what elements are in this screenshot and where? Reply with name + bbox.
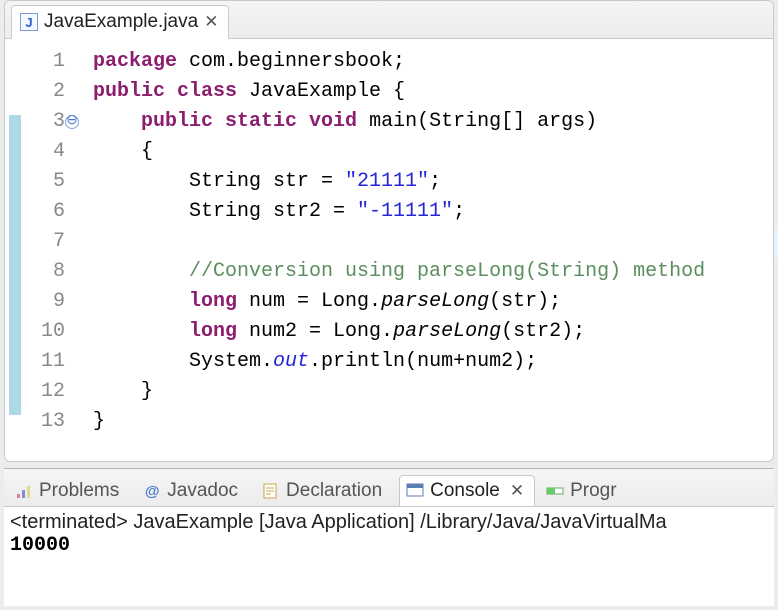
line-number: 6	[27, 197, 65, 227]
tab-progress-label: Progr	[570, 480, 616, 502]
change-marker	[9, 385, 21, 415]
editor-tab-bar: J JavaExample.java ✕	[5, 1, 773, 39]
line-number-gutter: 123⊖45678910111213	[27, 47, 73, 437]
line-number: 1	[27, 47, 65, 77]
console-body: <terminated> JavaExample [Java Applicati…	[4, 507, 774, 561]
tab-javadoc[interactable]: @ Javadoc	[136, 475, 251, 506]
change-marker	[9, 115, 21, 145]
bottom-pane: Problems @ Javadoc Declaration Console ✕…	[4, 468, 774, 606]
change-marker	[9, 355, 21, 385]
change-marker	[9, 145, 21, 175]
code-line[interactable]: //Conversion using parseLong(String) met…	[93, 257, 773, 287]
fold-toggle-icon[interactable]: ⊖	[65, 115, 79, 129]
console-output: 10000	[10, 534, 768, 557]
line-number: 9	[27, 287, 65, 317]
console-status: <terminated> JavaExample [Java Applicati…	[10, 511, 768, 534]
tab-declaration[interactable]: Declaration	[255, 475, 395, 506]
problems-icon	[15, 482, 33, 500]
line-number: 13	[27, 407, 65, 437]
line-number: 3⊖	[27, 107, 65, 137]
code-line[interactable]: String str2 = "-11111";	[93, 197, 773, 227]
line-number: 2	[27, 77, 65, 107]
line-number: 8	[27, 257, 65, 287]
change-marker	[9, 265, 21, 295]
tab-problems[interactable]: Problems	[8, 475, 132, 506]
fold-column	[73, 47, 93, 437]
line-number: 10	[27, 317, 65, 347]
javadoc-icon: @	[143, 482, 161, 500]
code-content[interactable]: package com.beginnersbook;public class J…	[93, 47, 773, 437]
editor-pane: J JavaExample.java ✕ 123⊖45678910111213 …	[4, 0, 774, 462]
close-icon[interactable]: ✕	[510, 481, 522, 501]
tab-progress[interactable]: Progr	[539, 475, 629, 506]
progress-icon	[546, 482, 564, 500]
editor-tab[interactable]: J JavaExample.java ✕	[11, 5, 229, 39]
code-line[interactable]: long num2 = Long.parseLong(str2);	[93, 317, 773, 347]
line-number: 12	[27, 377, 65, 407]
code-line[interactable]: package com.beginnersbook;	[93, 47, 773, 77]
line-number: 11	[27, 347, 65, 377]
editor-tab-filename: JavaExample.java	[44, 11, 198, 33]
code-line[interactable]: System.out.println(num+num2);	[93, 347, 773, 377]
code-area[interactable]: 123⊖45678910111213 package com.beginners…	[5, 39, 773, 437]
declaration-icon	[262, 482, 280, 500]
change-marker	[9, 205, 21, 235]
code-line[interactable]: String str = "21111";	[93, 167, 773, 197]
code-line[interactable]: public class JavaExample {	[93, 77, 773, 107]
change-marker	[9, 295, 21, 325]
change-marker	[9, 325, 21, 355]
java-file-icon: J	[20, 13, 38, 31]
code-line[interactable]: }	[93, 377, 773, 407]
tab-javadoc-label: Javadoc	[167, 480, 238, 502]
line-number: 7	[27, 227, 65, 257]
tab-console-label: Console	[430, 480, 500, 502]
tab-declaration-label: Declaration	[286, 480, 382, 502]
code-line[interactable]: {	[93, 137, 773, 167]
close-icon[interactable]: ✕	[204, 12, 216, 32]
code-line[interactable]	[93, 227, 773, 257]
line-number: 4	[27, 137, 65, 167]
code-line[interactable]: long num = Long.parseLong(str);	[93, 287, 773, 317]
tab-problems-label: Problems	[39, 480, 119, 502]
tab-console[interactable]: Console ✕	[399, 475, 535, 507]
code-line[interactable]: public static void main(String[] args)	[93, 107, 773, 137]
line-number: 5	[27, 167, 65, 197]
change-marker	[9, 235, 21, 265]
bottom-tab-bar: Problems @ Javadoc Declaration Console ✕…	[4, 469, 774, 507]
console-icon	[406, 482, 424, 500]
change-marker	[9, 175, 21, 205]
marker-column	[5, 47, 27, 437]
code-line[interactable]: }	[93, 407, 773, 437]
